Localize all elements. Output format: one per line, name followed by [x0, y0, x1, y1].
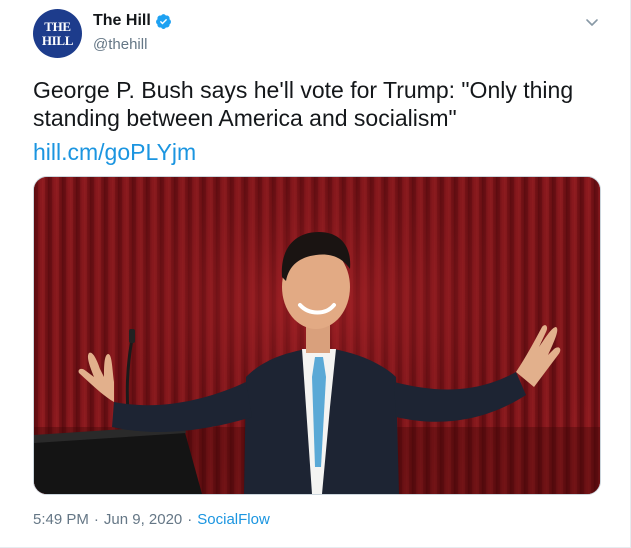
author-name-row: The Hill: [93, 12, 172, 30]
photo-illustration: [34, 177, 600, 494]
tweet-card: THE HILL The Hill @thehill George P. Bus…: [0, 0, 631, 548]
avatar-text-line2: HILL: [41, 32, 74, 48]
tweet-meta: 5:49 PM · Jun 9, 2020 · SocialFlow: [33, 511, 270, 528]
display-name[interactable]: The Hill: [93, 12, 151, 30]
verified-badge-icon: [155, 13, 171, 29]
avatar[interactable]: THE HILL: [33, 9, 82, 58]
tweet-time[interactable]: 5:49 PM: [33, 511, 89, 528]
tweet-text: George P. Bush says he'll vote for Trump…: [33, 77, 574, 131]
chevron-down-icon[interactable]: [584, 14, 600, 30]
tweet-date[interactable]: Jun 9, 2020: [104, 511, 182, 528]
tweet-link[interactable]: hill.cm/goPLYjm: [33, 138, 196, 166]
avatar-text-line1: THE: [44, 18, 71, 34]
handle[interactable]: @thehill: [93, 36, 147, 53]
tweet-photo[interactable]: [33, 176, 601, 495]
tweet-source[interactable]: SocialFlow: [197, 511, 270, 528]
meta-separator: ·: [93, 511, 99, 528]
meta-separator: ·: [187, 511, 193, 528]
